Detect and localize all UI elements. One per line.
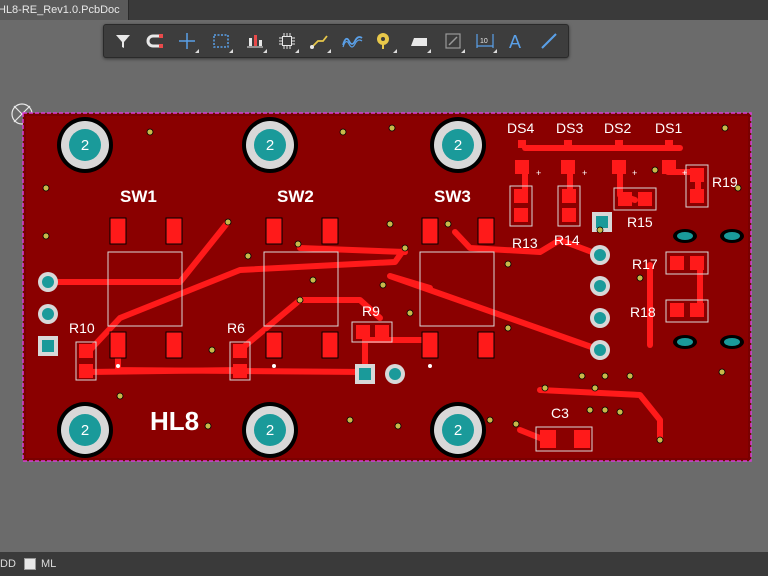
active-bar-toolbar: 10 A bbox=[103, 24, 569, 58]
label-ds4: DS4 bbox=[507, 120, 534, 136]
label-ds3: DS3 bbox=[556, 120, 583, 136]
line-tool[interactable] bbox=[536, 28, 562, 54]
mount-hole: 2 bbox=[242, 402, 298, 458]
label-sw2: SW2 bbox=[277, 187, 314, 206]
layer-tab-ml[interactable]: ML bbox=[41, 558, 56, 570]
mount-hole: 2 bbox=[57, 117, 113, 173]
label-r19: R19 bbox=[712, 174, 738, 190]
route-tool[interactable] bbox=[306, 28, 332, 54]
align-icon bbox=[247, 35, 263, 48]
label-r18: R18 bbox=[630, 304, 656, 320]
layer-tab-left[interactable]: DD bbox=[0, 558, 16, 570]
svg-text:2: 2 bbox=[454, 137, 462, 154]
svg-text:+: + bbox=[682, 168, 687, 178]
mount-hole: 2 bbox=[57, 402, 113, 458]
place-origin-tool[interactable] bbox=[174, 28, 200, 54]
polygon-pour-icon bbox=[411, 38, 427, 46]
svg-text:2: 2 bbox=[266, 422, 274, 439]
svg-text:2: 2 bbox=[266, 137, 274, 154]
select-tool[interactable] bbox=[208, 28, 234, 54]
polygon-pour-tool[interactable] bbox=[406, 28, 432, 54]
text-tool[interactable]: A bbox=[504, 28, 530, 54]
align-tool[interactable] bbox=[242, 28, 268, 54]
document-tab-bar: HL8-RE_Rev1.0.PcbDoc bbox=[0, 0, 768, 20]
label-r10: R10 bbox=[69, 320, 95, 336]
label-r17: R17 bbox=[632, 256, 658, 272]
filter-icon bbox=[116, 35, 130, 48]
svg-text:+: + bbox=[632, 168, 637, 178]
via-pad-icon bbox=[377, 33, 389, 49]
layer-color-swatch[interactable] bbox=[24, 558, 36, 570]
interactive-routing-tool[interactable] bbox=[142, 28, 168, 54]
document-tab[interactable]: HL8-RE_Rev1.0.PcbDoc bbox=[0, 0, 129, 20]
diff-pair-tool[interactable] bbox=[340, 28, 366, 54]
dimension-tool[interactable]: 10 bbox=[472, 28, 498, 54]
svg-text:2: 2 bbox=[81, 137, 89, 154]
keepout-icon bbox=[445, 33, 461, 49]
keepout-tool[interactable] bbox=[440, 28, 466, 54]
label-sw3: SW3 bbox=[434, 187, 471, 206]
label-ds1: DS1 bbox=[655, 120, 682, 136]
component-icon bbox=[279, 33, 295, 49]
label-r6: R6 bbox=[227, 320, 245, 336]
mount-hole: 2 bbox=[242, 117, 298, 173]
label-sw1: SW1 bbox=[120, 187, 157, 206]
label-board-name: HL8 bbox=[150, 406, 199, 436]
dimension-icon: 10 bbox=[476, 34, 494, 48]
label-r14: R14 bbox=[554, 232, 580, 248]
crosshair-add-icon bbox=[179, 33, 195, 49]
diff-pair-icon bbox=[342, 36, 363, 48]
mount-hole: 2 bbox=[430, 402, 486, 458]
line-icon bbox=[541, 33, 557, 49]
label-r13: R13 bbox=[512, 235, 538, 251]
pcb-view: 2 2 2 2 2 2 SW1 SW2 SW3 HL8 DS4 DS3 DS2 … bbox=[11, 103, 752, 462]
place-via-tool[interactable] bbox=[372, 28, 398, 54]
magnet-route-icon bbox=[146, 34, 163, 48]
filter-tool[interactable] bbox=[110, 28, 136, 54]
copper-pour bbox=[26, 116, 748, 458]
select-rectangle-icon bbox=[213, 34, 229, 48]
label-r9: R9 bbox=[362, 303, 380, 319]
label-ds2: DS2 bbox=[604, 120, 631, 136]
text-string-icon: A bbox=[509, 32, 521, 50]
place-component-tool[interactable] bbox=[274, 28, 300, 54]
svg-text:A: A bbox=[509, 32, 521, 50]
svg-text:+: + bbox=[582, 168, 587, 178]
svg-text:10: 10 bbox=[480, 38, 488, 45]
layer-tab-bar: DD ML bbox=[0, 552, 768, 576]
label-r15: R15 bbox=[627, 214, 653, 230]
label-c3: C3 bbox=[551, 405, 569, 421]
pcb-canvas[interactable]: 2 2 2 2 2 2 SW1 SW2 SW3 HL8 DS4 DS3 DS2 … bbox=[0, 20, 768, 552]
svg-text:2: 2 bbox=[454, 422, 462, 439]
svg-text:2: 2 bbox=[81, 422, 89, 439]
route-track-icon bbox=[310, 35, 328, 49]
mount-hole: 2 bbox=[430, 117, 486, 173]
svg-text:+: + bbox=[536, 168, 541, 178]
